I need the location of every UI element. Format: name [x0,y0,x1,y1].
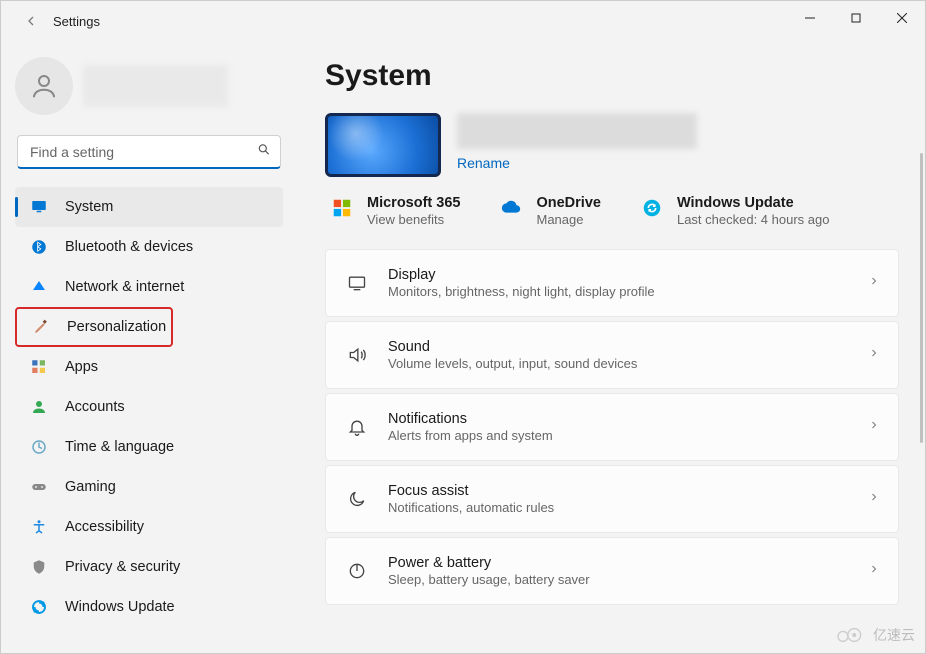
user-account-row[interactable] [15,51,283,129]
window-title: Settings [53,14,100,29]
sidebar-item-accounts[interactable]: Accounts [15,387,283,427]
sidebar-item-personalization[interactable]: Personalization [15,307,173,347]
sidebar-item-label: Privacy & security [65,559,180,575]
maximize-button[interactable] [833,1,879,35]
sidebar-item-label: Network & internet [65,279,184,295]
sidebar-item-windows-update[interactable]: Windows Update [15,587,283,627]
accessibility-icon [29,517,49,537]
sidebar-item-accessibility[interactable]: Accessibility [15,507,283,547]
sidebar-item-label: Time & language [65,439,174,455]
sidebar-item-time-language[interactable]: Time & language [15,427,283,467]
chevron-right-icon [868,274,880,292]
search-icon [257,143,271,162]
service-windows-update[interactable]: Windows Update Last checked: 4 hours ago [641,195,830,227]
card-subtitle: Sleep, battery usage, battery saver [388,572,868,587]
close-button[interactable] [879,1,925,35]
sidebar-item-label: Apps [65,359,98,375]
sidebar-item-label: System [65,199,113,215]
cloud-icon [500,197,522,219]
card-title: Power & battery [388,555,868,571]
monitor-icon [29,197,49,217]
card-title: Notifications [388,411,868,427]
bell-icon [340,417,374,437]
card-title: Focus assist [388,483,868,499]
apps-icon [29,357,49,377]
service-onedrive[interactable]: OneDrive Manage [500,195,600,227]
scrollbar[interactable] [920,153,923,443]
service-subtitle: Manage [536,212,600,227]
sidebar-item-bluetooth[interactable]: Bluetooth & devices [15,227,283,267]
device-name-redacted [457,113,697,149]
card-focus-assist[interactable]: Focus assist Notifications, automatic ru… [325,465,899,533]
avatar [15,57,73,115]
sidebar-item-system[interactable]: System [15,187,283,227]
service-subtitle: Last checked: 4 hours ago [677,212,830,227]
chevron-right-icon [868,562,880,580]
moon-icon [340,489,374,509]
service-title: OneDrive [536,195,600,211]
minimize-button[interactable] [787,1,833,35]
sidebar-item-network[interactable]: Network & internet [15,267,283,307]
brush-icon [31,317,51,337]
device-thumbnail[interactable] [325,113,441,177]
card-subtitle: Alerts from apps and system [388,428,868,443]
chevron-right-icon [868,346,880,364]
search-input[interactable] [17,135,281,169]
card-subtitle: Notifications, automatic rules [388,500,868,515]
person-icon [29,397,49,417]
service-subtitle: View benefits [367,212,460,227]
ms365-icon [331,197,353,219]
back-button[interactable] [19,9,43,33]
sidebar-item-gaming[interactable]: Gaming [15,467,283,507]
wifi-icon [29,277,49,297]
card-display[interactable]: Display Monitors, brightness, night ligh… [325,249,899,317]
card-sound[interactable]: Sound Volume levels, output, input, soun… [325,321,899,389]
user-name-redacted [83,65,228,107]
update-icon [29,597,49,617]
sidebar-item-apps[interactable]: Apps [15,347,283,387]
sidebar-nav: System Bluetooth & devices Network & int… [15,187,283,627]
sidebar-item-label: Gaming [65,479,116,495]
sidebar-item-label: Accessibility [65,519,144,535]
service-title: Windows Update [677,195,830,211]
monitor-outline-icon [340,273,374,293]
card-notifications[interactable]: Notifications Alerts from apps and syste… [325,393,899,461]
sidebar-item-label: Accounts [65,399,125,415]
update-icon [641,197,663,219]
service-microsoft365[interactable]: Microsoft 365 View benefits [331,195,460,227]
card-power-battery[interactable]: Power & battery Sleep, battery usage, ba… [325,537,899,605]
card-subtitle: Volume levels, output, input, sound devi… [388,356,868,371]
sidebar-item-label: Windows Update [65,599,175,615]
shield-icon [29,557,49,577]
sound-icon [340,345,374,365]
card-subtitle: Monitors, brightness, night light, displ… [388,284,868,299]
power-icon [340,561,374,581]
chevron-right-icon [868,418,880,436]
card-title: Sound [388,339,868,355]
chevron-right-icon [868,490,880,508]
card-title: Display [388,267,868,283]
page-title: System [325,59,915,93]
sidebar-item-label: Bluetooth & devices [65,239,193,255]
bluetooth-icon [29,237,49,257]
gamepad-icon [29,477,49,497]
watermark: 亿速云 [833,625,915,645]
sidebar-item-privacy[interactable]: Privacy & security [15,547,283,587]
sidebar-item-label: Personalization [67,319,166,335]
globe-clock-icon [29,437,49,457]
rename-link[interactable]: Rename [457,155,697,171]
service-title: Microsoft 365 [367,195,460,211]
